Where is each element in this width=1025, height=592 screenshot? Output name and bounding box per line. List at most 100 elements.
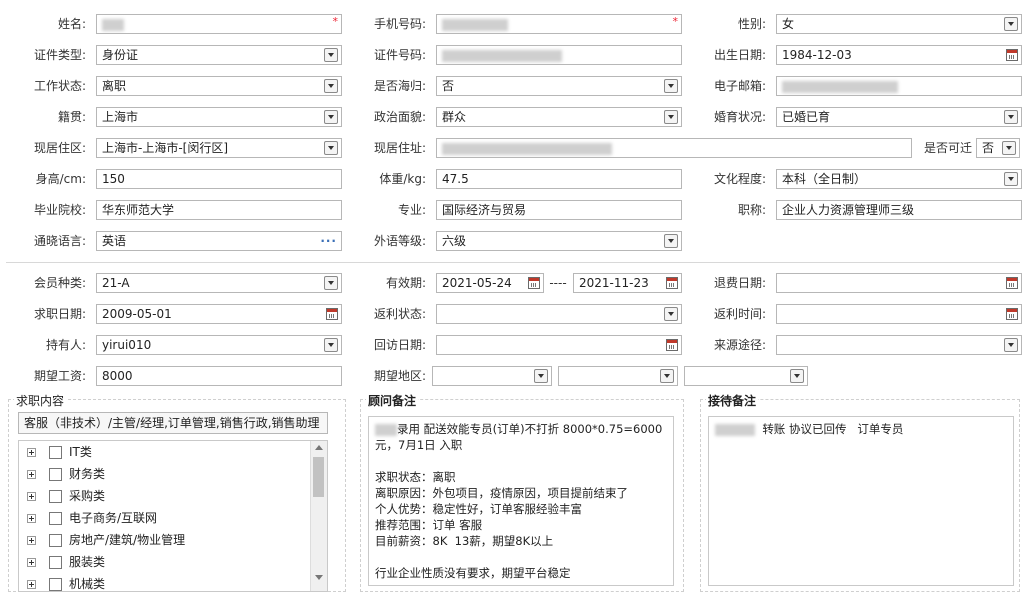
title-value: 企业人力资源管理师三级 — [782, 203, 915, 217]
valid-from-field[interactable]: 2021-05-24 — [436, 273, 544, 293]
gender-select[interactable]: 女 — [776, 14, 1022, 34]
scroll-down-icon[interactable] — [315, 575, 323, 580]
lang-level-select[interactable]: 六级 — [436, 231, 682, 251]
calendar-icon[interactable] — [666, 339, 678, 351]
work-status-select[interactable]: 离职 — [96, 76, 342, 96]
major-field[interactable]: 国际经济与贸易 — [436, 200, 682, 220]
native-value: 上海市 — [102, 110, 139, 124]
calendar-icon[interactable] — [1006, 49, 1018, 61]
political-select[interactable]: 群众 — [436, 107, 682, 127]
area-province-select[interactable] — [432, 366, 552, 386]
education-select[interactable]: 本科（全日制） — [776, 169, 1022, 189]
chevron-down-icon[interactable] — [324, 48, 338, 62]
job-summary-field[interactable]: 客服（非技术）/主管/经理,订单管理,销售行政,销售助理 — [18, 412, 328, 434]
visit-date-field[interactable] — [436, 335, 682, 355]
chevron-down-icon[interactable] — [664, 79, 678, 93]
rebate-status-select[interactable] — [436, 304, 682, 324]
salary-field[interactable]: 8000 — [96, 366, 342, 386]
name-field[interactable]: * — [96, 14, 342, 34]
source-label: 来源途径: — [713, 338, 766, 352]
tree-scrollbar[interactable] — [310, 441, 327, 591]
plus-expand-icon[interactable] — [27, 536, 36, 545]
calendar-icon[interactable] — [326, 308, 338, 320]
chevron-down-icon[interactable] — [660, 369, 674, 383]
calendar-icon[interactable] — [528, 277, 540, 289]
more-dots-icon[interactable]: ··· — [320, 232, 337, 250]
address-field[interactable] — [436, 138, 912, 158]
member-type-select[interactable]: 21-A — [96, 273, 342, 293]
marital-select[interactable]: 已婚已育 — [776, 107, 1022, 127]
consultant-notes-textarea[interactable]: 录用 配送效能专员(订单)不打折 8000*0.75=6000元，7月1日 入职… — [368, 416, 674, 586]
scroll-up-icon[interactable] — [315, 445, 323, 450]
chevron-down-icon[interactable] — [1004, 110, 1018, 124]
chevron-down-icon[interactable] — [664, 234, 678, 248]
native-select[interactable]: 上海市 — [96, 107, 342, 127]
height-field[interactable]: 150 — [96, 169, 342, 189]
chevron-down-icon[interactable] — [324, 141, 338, 155]
area-district-select[interactable] — [684, 366, 808, 386]
checkbox-icon[interactable] — [49, 490, 62, 503]
overseas-select[interactable]: 否 — [436, 76, 682, 96]
school-field[interactable]: 华东师范大学 — [96, 200, 342, 220]
source-select[interactable] — [776, 335, 1022, 355]
plus-expand-icon[interactable] — [27, 514, 36, 523]
calendar-icon[interactable] — [666, 277, 678, 289]
calendar-icon[interactable] — [1006, 277, 1018, 289]
email-field[interactable] — [776, 76, 1022, 96]
plus-expand-icon[interactable] — [27, 580, 36, 589]
redacted-email — [782, 80, 898, 93]
language-field[interactable]: 英语 ··· — [96, 231, 342, 251]
plus-expand-icon[interactable] — [27, 470, 36, 479]
chevron-down-icon[interactable] — [1004, 172, 1018, 186]
checkbox-icon[interactable] — [49, 534, 62, 547]
title-field[interactable]: 企业人力资源管理师三级 — [776, 200, 1022, 220]
checkbox-icon[interactable] — [49, 468, 62, 481]
calendar-icon[interactable] — [1006, 308, 1018, 320]
valid-to-field[interactable]: 2021-11-23 — [573, 273, 682, 293]
chevron-down-icon[interactable] — [324, 110, 338, 124]
residence-value: 上海市-上海市-[闵行区] — [102, 141, 229, 155]
checkbox-icon[interactable] — [49, 556, 62, 569]
relocate-select[interactable]: 否 — [976, 138, 1020, 158]
scrollbar-thumb[interactable] — [313, 457, 324, 497]
chevron-down-icon[interactable] — [664, 110, 678, 124]
rebate-time-field[interactable] — [776, 304, 1022, 324]
chevron-down-icon[interactable] — [1004, 17, 1018, 31]
weight-field[interactable]: 47.5 — [436, 169, 682, 189]
plus-expand-icon[interactable] — [27, 558, 36, 567]
phone-field[interactable]: * — [436, 14, 682, 34]
chevron-down-icon[interactable] — [664, 307, 678, 321]
school-label: 毕业院校: — [33, 203, 86, 217]
chevron-down-icon[interactable] — [534, 369, 548, 383]
plus-expand-icon[interactable] — [27, 492, 36, 501]
chevron-down-icon[interactable] — [1004, 338, 1018, 352]
chevron-down-icon[interactable] — [324, 276, 338, 290]
relocate-value: 否 — [982, 141, 995, 155]
chevron-down-icon[interactable] — [324, 338, 338, 352]
checkbox-icon[interactable] — [49, 578, 62, 591]
checkbox-icon[interactable] — [49, 512, 62, 525]
area-city-select[interactable] — [558, 366, 678, 386]
phone-label: 手机号码: — [373, 17, 426, 31]
major-label: 专业: — [397, 203, 426, 217]
refund-date-field[interactable] — [776, 273, 1022, 293]
job-category-tree[interactable]: IT类 财务类 采购类 电子商务/互联网 房地产/建筑/物业管理 服装类 机械类 — [18, 440, 328, 592]
salary-label: 期望工资: — [33, 369, 86, 383]
chevron-down-icon[interactable] — [790, 369, 804, 383]
holder-select[interactable]: yirui010 — [96, 335, 342, 355]
section-divider — [6, 262, 1020, 263]
reception-notes-textarea[interactable]: 转账 协议已回传 订单专员 — [708, 416, 1014, 586]
salary-value: 8000 — [102, 369, 133, 383]
reception-notes-title: 接待备注 — [706, 392, 759, 409]
birth-date-field[interactable]: 1984-12-03 — [776, 45, 1022, 65]
apply-date-field[interactable]: 2009-05-01 — [96, 304, 342, 324]
residence-select[interactable]: 上海市-上海市-[闵行区] — [96, 138, 342, 158]
redacted-name — [102, 18, 124, 31]
work-status-value: 离职 — [102, 79, 127, 93]
chevron-down-icon[interactable] — [1002, 141, 1016, 155]
plus-expand-icon[interactable] — [27, 448, 36, 457]
chevron-down-icon[interactable] — [324, 79, 338, 93]
id-type-select[interactable]: 身份证 — [96, 45, 342, 65]
id-no-field[interactable] — [436, 45, 682, 65]
checkbox-icon[interactable] — [49, 446, 62, 459]
